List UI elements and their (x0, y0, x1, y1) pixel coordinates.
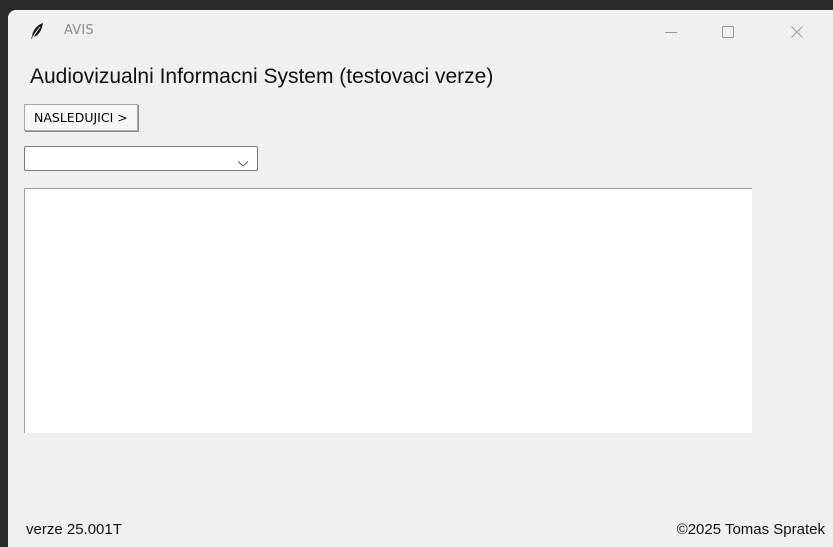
maximize-icon (722, 26, 734, 38)
output-text-area[interactable] (24, 188, 752, 433)
close-button[interactable] (774, 10, 820, 54)
title-bar[interactable]: AVIS (8, 10, 833, 54)
selection-combobox[interactable] (24, 146, 258, 171)
copyright-label: ©2025 Tomas Spratek (676, 521, 825, 538)
close-icon (791, 26, 803, 38)
app-window: AVIS Audiovizualni Informacni System (te… (8, 10, 833, 547)
next-button[interactable]: NASLEDUJICI > (24, 104, 138, 131)
chevron-down-icon[interactable] (237, 155, 249, 173)
maximize-button[interactable] (705, 10, 751, 54)
window-title: AVIS (64, 23, 94, 38)
app-heading: Audiovizualni Informacni System (testova… (30, 65, 494, 88)
version-label: verze 25.001T (26, 521, 122, 538)
feather-icon (28, 22, 46, 40)
minimize-icon (665, 32, 677, 33)
minimize-button[interactable] (648, 10, 694, 54)
